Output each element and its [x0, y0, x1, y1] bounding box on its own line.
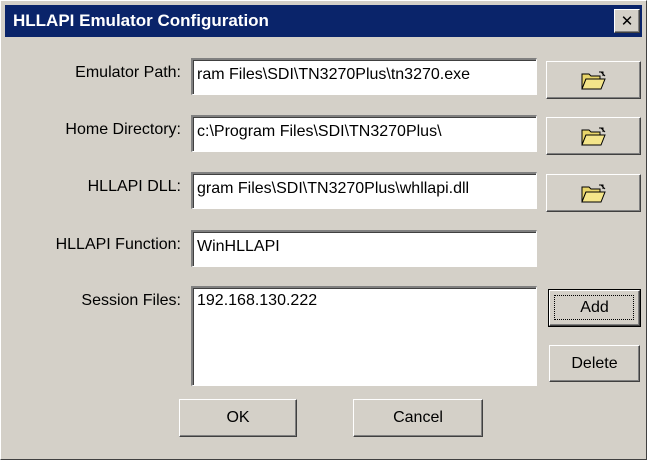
browse-emulator-path-button[interactable] — [546, 61, 641, 99]
close-button[interactable]: ✕ — [614, 9, 640, 33]
browse-hllapi-dll-button[interactable] — [546, 174, 641, 212]
session-file-item[interactable]: 192.168.130.222 — [197, 292, 317, 310]
ok-button-label: OK — [226, 409, 250, 426]
emulator-path-label: Emulator Path: — [75, 64, 181, 81]
session-files-list[interactable]: 192.168.130.222 — [191, 286, 537, 386]
hllapi-function-label: HLLAPI Function: — [55, 236, 181, 253]
emulator-path-input[interactable]: ram Files\SDI\TN3270Plus\tn3270.exe — [191, 58, 537, 95]
home-directory-label: Home Directory: — [65, 121, 181, 138]
ok-button[interactable]: OK — [179, 399, 297, 437]
home-directory-value: c:\Program Files\SDI\TN3270Plus\ — [197, 123, 442, 140]
cancel-button[interactable]: Cancel — [353, 399, 483, 437]
open-folder-icon — [581, 184, 606, 203]
delete-button[interactable]: Delete — [549, 345, 640, 382]
browse-home-directory-button[interactable] — [546, 117, 641, 155]
title-bar[interactable]: HLLAPI Emulator Configuration ✕ — [5, 5, 642, 37]
cancel-button-label: Cancel — [393, 409, 443, 426]
hllapi-function-input[interactable]: WinHLLAPI — [191, 230, 537, 267]
session-files-label: Session Files: — [81, 292, 181, 309]
add-button-label: Add — [580, 299, 609, 316]
delete-button-label: Delete — [571, 355, 618, 372]
hllapi-config-dialog: HLLAPI Emulator Configuration ✕ Emulator… — [0, 0, 647, 460]
home-directory-input[interactable]: c:\Program Files\SDI\TN3270Plus\ — [191, 115, 537, 152]
window-title: HLLAPI Emulator Configuration — [13, 11, 269, 30]
hllapi-function-value: WinHLLAPI — [197, 238, 280, 255]
open-folder-icon — [581, 71, 606, 90]
open-folder-icon — [581, 127, 606, 146]
emulator-path-value: ram Files\SDI\TN3270Plus\tn3270.exe — [197, 66, 471, 83]
hllapi-dll-value: gram Files\SDI\TN3270Plus\whllapi.dll — [197, 180, 470, 197]
hllapi-dll-label: HLLAPI DLL: — [87, 178, 181, 195]
add-button[interactable]: Add — [548, 289, 641, 327]
close-icon: ✕ — [620, 12, 634, 30]
hllapi-dll-input[interactable]: gram Files\SDI\TN3270Plus\whllapi.dll — [191, 172, 537, 209]
